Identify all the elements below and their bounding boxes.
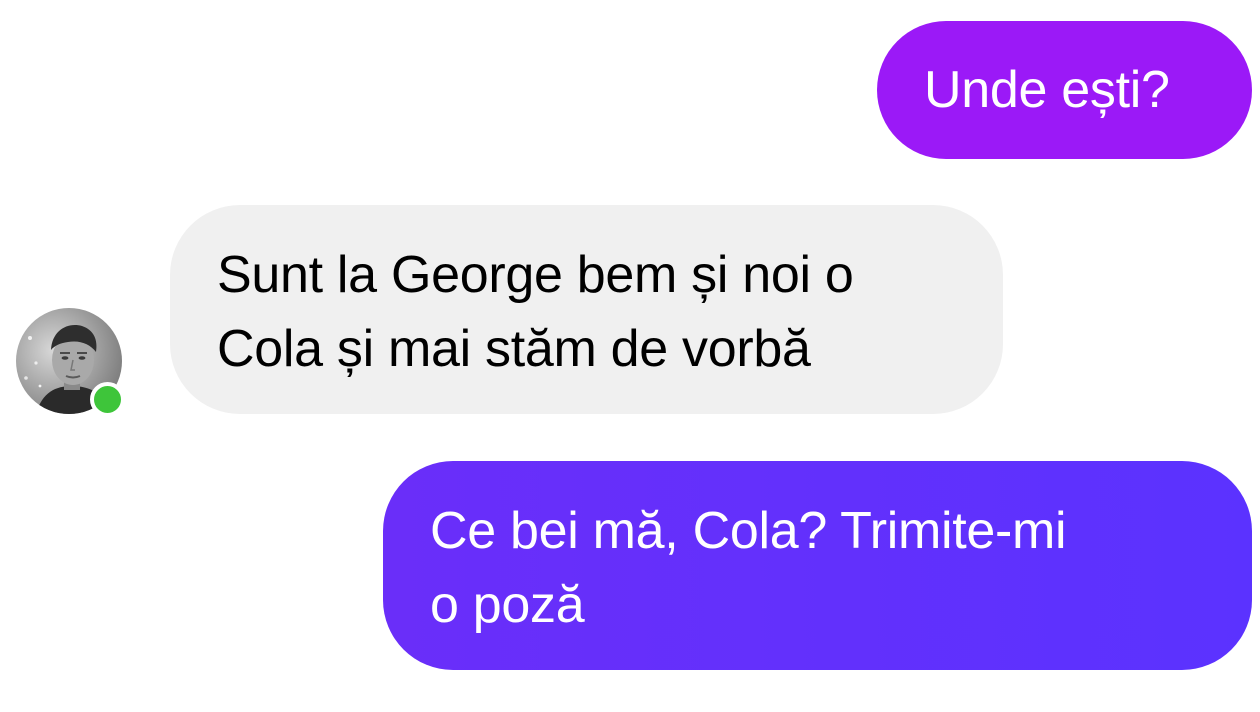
message-text: Sunt la George bem și noi o: [217, 246, 854, 304]
outgoing-message-bubble[interactable]: Ce bei mă, Cola? Trimite-mi o poză: [383, 461, 1252, 670]
outgoing-message-bubble[interactable]: Unde ești?: [877, 21, 1252, 159]
message-text: Unde ești?: [924, 61, 1170, 119]
online-indicator-icon: [90, 382, 125, 417]
message-text: Ce bei mă, Cola? Trimite-mi: [430, 502, 1067, 560]
message-text: o poză: [430, 576, 585, 634]
incoming-message-bubble[interactable]: Sunt la George bem și noi o Cola și mai …: [170, 205, 1003, 414]
message-text: Cola și mai stăm de vorbă: [217, 320, 811, 378]
